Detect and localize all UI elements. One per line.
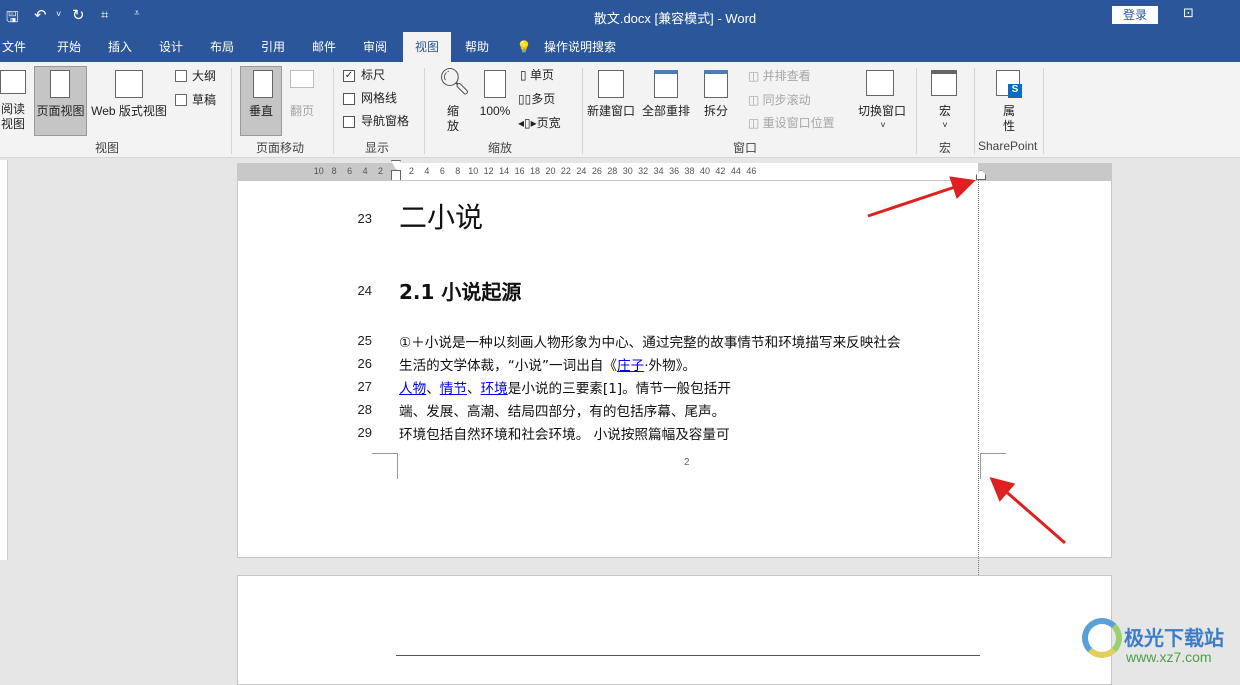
watermark-name: 极光下载站: [1124, 628, 1224, 650]
annotation-arrows: [867, 176, 1066, 545]
red-arrow-icon: [867, 176, 976, 218]
watermark-logo-icon: [1082, 618, 1122, 658]
watermark-url: www.xz7.com: [1126, 649, 1212, 665]
red-arrow-icon: [989, 477, 1066, 545]
